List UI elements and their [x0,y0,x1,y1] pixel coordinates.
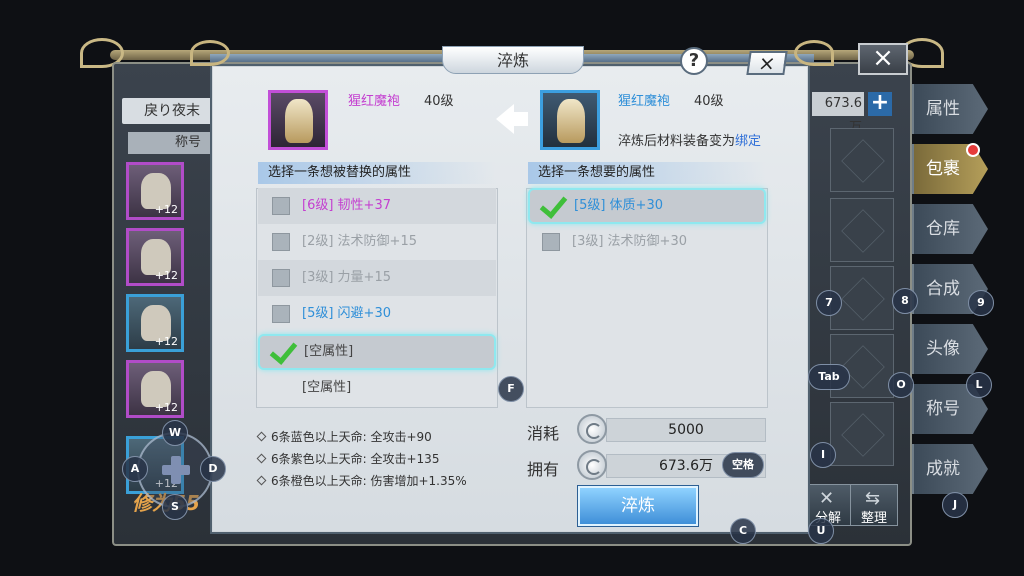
arrow-left-icon [496,104,530,134]
key-hint-9[interactable]: 9 [968,290,994,316]
money-display: 673.6万 [812,92,864,135]
bonus-line-3: 6条橙色以上天命: 伤害增加+1.35% [256,472,467,489]
inventory-item[interactable]: +12 [126,228,184,286]
inventory-item[interactable]: +12 [126,360,184,418]
inventory-item[interactable]: +12 [126,162,184,220]
add-money-button[interactable]: + [868,92,892,116]
left-attr-row-6: [空属性] [302,380,352,395]
diamond-bullet-icon [256,475,267,486]
diamond-bullet-icon [256,453,267,464]
notification-dot [966,143,980,157]
inventory-slot[interactable] [830,402,894,466]
silver-coin-icon [577,414,607,444]
wrench-icon: ✕ [819,488,835,509]
left-attr-row-1[interactable]: [6级] 韧性+37 [258,188,496,224]
dialog-title: 淬炼 [442,46,584,74]
checkbox[interactable] [542,233,560,251]
target-equipment-level: 40级 [694,94,724,109]
key-hint-8[interactable]: 8 [892,288,918,314]
owned-label: 拥有 [527,460,560,479]
bonus-line-1: 6条蓝色以上天命: 全攻击+90 [256,428,432,445]
tab-achievement[interactable]: 成就 [912,444,988,494]
tab-avatar[interactable]: 头像 [912,324,988,374]
header-ornament-left [190,40,230,66]
right-section-header: 选择一条想要的属性 [528,162,766,184]
key-hint-c[interactable]: C [730,518,756,544]
inventory-slot[interactable] [830,128,894,192]
key-hint-l[interactable]: L [966,372,992,398]
checkbox[interactable] [272,305,290,323]
target-equipment-name: 猩红魔袍 [618,94,671,109]
background-close-button[interactable]: × [858,43,908,75]
help-button[interactable]: ? [680,47,708,75]
cost-label: 消耗 [527,424,560,443]
key-hint-j[interactable]: J [942,492,968,518]
tab-warehouse[interactable]: 仓库 [912,204,988,254]
left-section-header: 选择一条想被替换的属性 [258,162,496,184]
character-name: 戾り夜末 [122,98,222,124]
left-attr-row-3[interactable]: [3级] 力量+15 [258,260,496,296]
source-equipment-name: 猩红魔袍 [348,94,401,109]
left-attr-row-2[interactable]: [2级] 法术防御+15 [258,224,496,260]
sort-button[interactable]: ⇆ 整理 [850,484,898,526]
left-attr-row-5[interactable]: [空属性] [258,334,496,370]
key-hint-w[interactable]: W [162,420,188,446]
check-icon[interactable] [270,340,296,362]
silver-coin-icon [577,450,607,480]
robe-icon [285,99,313,143]
close-button[interactable]: × [746,51,788,75]
key-hint-s[interactable]: S [162,494,188,520]
inventory-slot[interactable] [830,198,894,262]
diamond-bullet-icon [256,431,267,442]
header-ornament-right [794,40,834,66]
refine-button[interactable]: 淬炼 [578,486,698,526]
key-hint-d[interactable]: D [200,456,226,482]
key-hint-space[interactable]: 空格 [722,452,764,478]
key-hint-o[interactable]: O [888,372,914,398]
bind-note: 淬炼后材料装备变为绑定 [618,134,762,149]
key-hint-f[interactable]: F [498,376,524,402]
check-icon[interactable] [540,194,566,216]
checkbox[interactable] [272,233,290,251]
key-hint-a[interactable]: A [122,456,148,482]
cost-value: 5000 [606,418,766,442]
checkbox[interactable] [272,197,290,215]
right-attr-row-1[interactable]: [5级] 体质+30 [528,188,766,224]
source-equipment-icon[interactable] [268,90,328,150]
robe-icon [557,99,585,143]
tab-attributes[interactable]: 属性 [912,84,988,134]
game-screen: × 戾り夜末 称号 673.6万 + +12 +12 +12 +12 +12 ✕… [0,0,1024,576]
target-equipment-icon[interactable] [540,90,600,150]
checkbox[interactable] [272,269,290,287]
dpad-cross-icon [162,456,190,484]
inventory-item[interactable]: +12 [126,294,184,352]
key-hint-7[interactable]: 7 [816,290,842,316]
key-hint-tab[interactable]: Tab [808,364,850,390]
key-hint-i[interactable]: I [810,442,836,468]
refresh-icon: ⇆ [865,488,881,509]
bonus-line-2: 6条紫色以上天命: 全攻击+135 [256,450,439,467]
right-attr-row-2[interactable]: [3级] 法术防御+30 [528,224,766,260]
key-hint-u[interactable]: U [808,518,834,544]
left-attr-row-4[interactable]: [5级] 闪避+30 [258,296,496,332]
source-equipment-level: 40级 [424,94,454,109]
